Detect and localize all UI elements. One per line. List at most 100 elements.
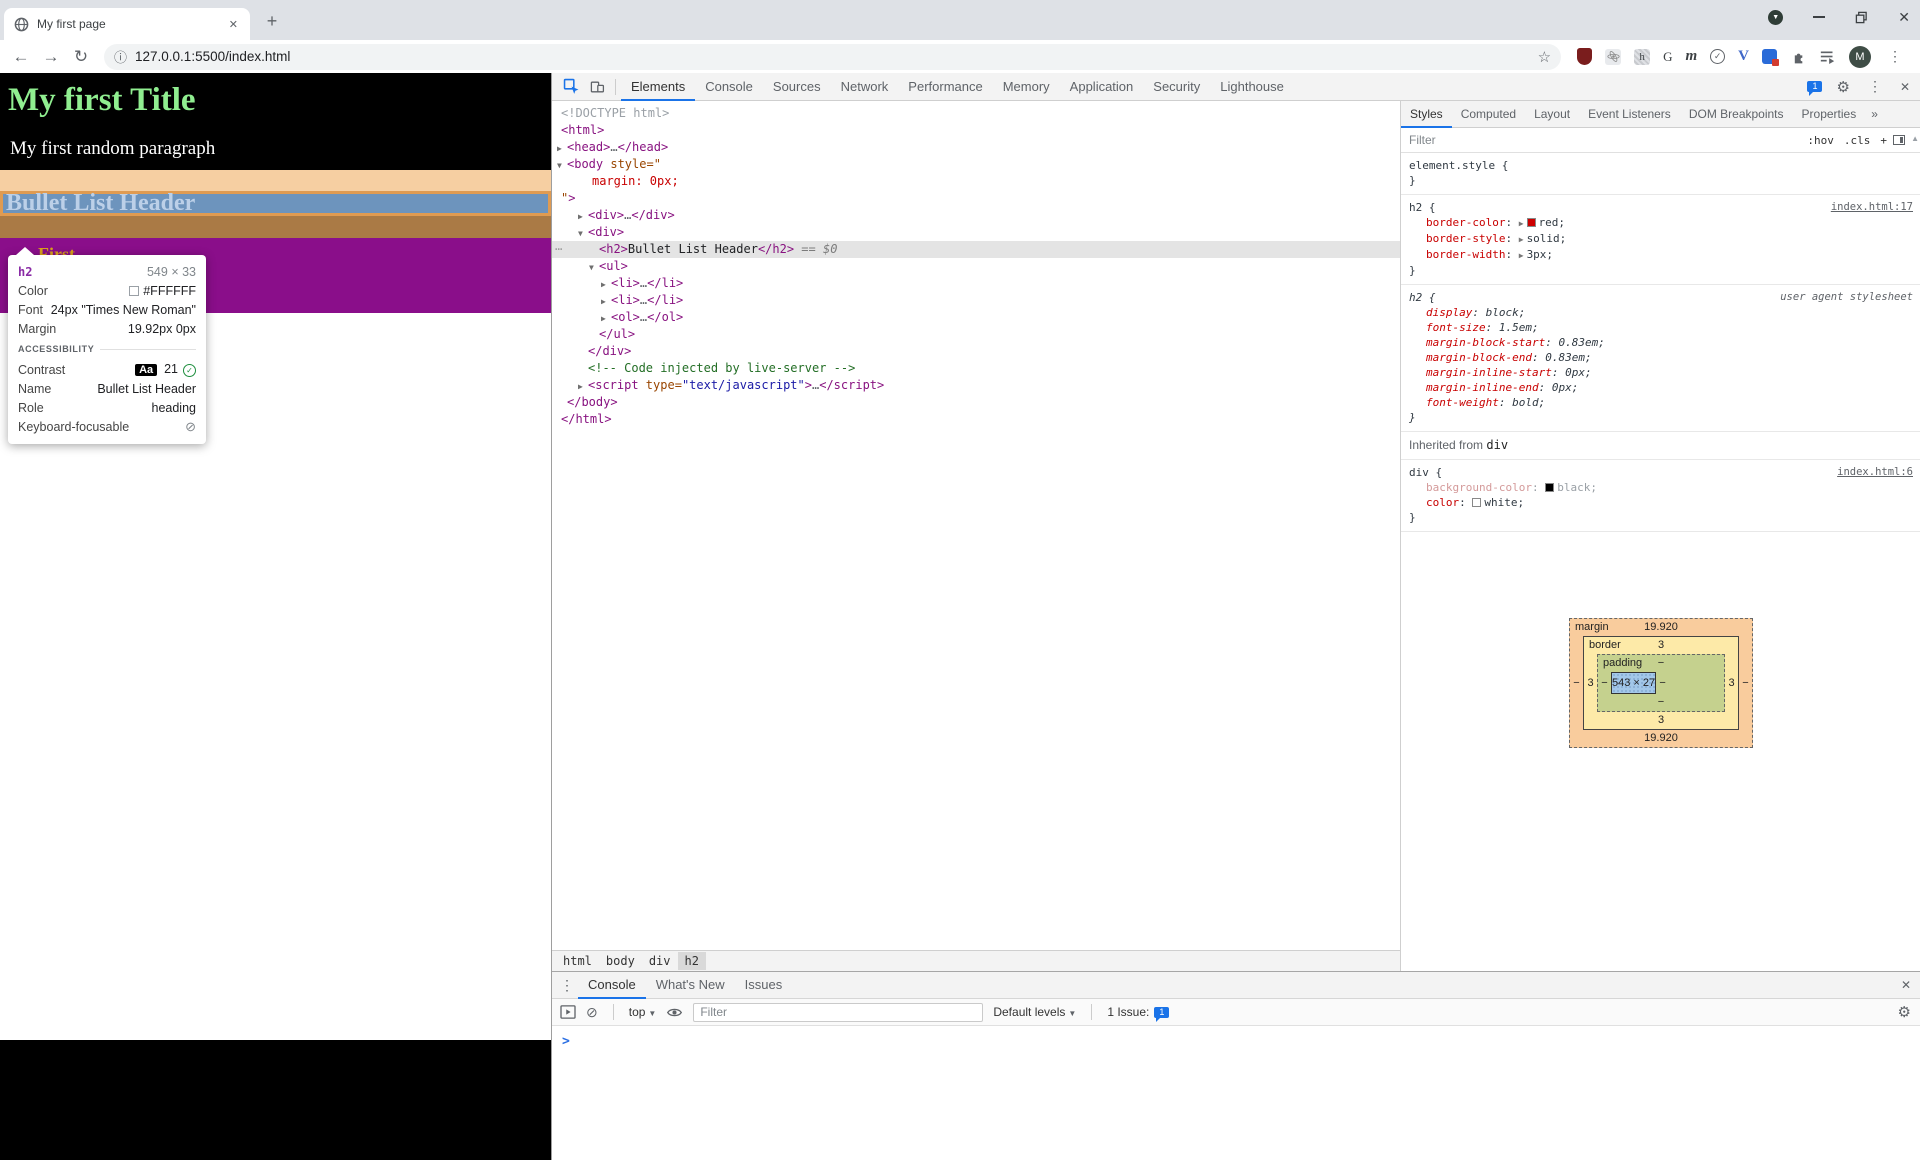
drawer-tab-what-s-new[interactable]: What's New	[646, 971, 735, 999]
devtools-settings-gear-icon[interactable]: ⚙	[1836, 78, 1849, 96]
inherited-target-link[interactable]: div	[1486, 438, 1508, 452]
dom-tree-node[interactable]: <!DOCTYPE html>	[552, 105, 1400, 122]
css-property[interactable]: margin-inline-end: 0px;	[1409, 380, 1913, 395]
device-toolbar-icon[interactable]	[584, 75, 610, 99]
drawer-close-icon[interactable]: ✕	[1901, 978, 1920, 992]
dom-tree-node[interactable]: <html>	[552, 122, 1400, 139]
dom-tree-node[interactable]: </ul>	[552, 326, 1400, 343]
stylesheet-source-link[interactable]: index.html:17	[1831, 200, 1913, 215]
styles-tab-properties[interactable]: Properties	[1793, 101, 1866, 128]
styles-tab-layout[interactable]: Layout	[1525, 101, 1579, 128]
dom-tree-node[interactable]: ▶<li>…</li>	[552, 275, 1400, 292]
new-tab-button[interactable]: +	[260, 11, 284, 32]
devtools-tab-performance[interactable]: Performance	[898, 73, 992, 101]
rule-selector[interactable]: h2 {	[1409, 200, 1436, 215]
reload-icon[interactable]: ↻	[68, 47, 94, 67]
site-info-icon[interactable]: ⓘ	[114, 47, 127, 66]
box-model-margin[interactable]: margin19.920 − border3 3 padding− − 543 …	[1569, 618, 1753, 748]
shorthand-expand-icon[interactable]: ▶	[1519, 251, 1524, 260]
styles-tab-dom-breakpoints[interactable]: DOM Breakpoints	[1680, 101, 1793, 128]
styles-toggle--cls[interactable]: .cls	[1844, 134, 1871, 147]
css-property[interactable]: border-width: ▶3px;	[1409, 247, 1913, 263]
collapse-arrow-icon[interactable]: ▼	[589, 259, 599, 276]
rule-selector[interactable]: div {	[1409, 465, 1442, 480]
breadcrumb-body[interactable]: body	[599, 952, 642, 970]
drawer-tab-issues[interactable]: Issues	[735, 971, 793, 999]
shorthand-expand-icon[interactable]: ▶	[1519, 235, 1524, 244]
expand-arrow-icon[interactable]: ▶	[578, 208, 588, 225]
dom-tree-node[interactable]: <!-- Code injected by live-server -->	[552, 360, 1400, 377]
css-color-swatch[interactable]	[1545, 483, 1554, 492]
media-queue-icon[interactable]	[1819, 49, 1836, 64]
breadcrumb-h2[interactable]: h2	[678, 952, 706, 970]
css-property[interactable]: background-color: black;	[1409, 480, 1913, 495]
drawer-menu-kebab-icon[interactable]: ⋮	[556, 977, 578, 994]
css-property[interactable]: border-color: ▶red;	[1409, 215, 1913, 231]
clear-console-icon[interactable]: ⊘	[586, 1004, 598, 1021]
expand-arrow-icon[interactable]: ▶	[601, 276, 611, 293]
devtools-tab-security[interactable]: Security	[1143, 73, 1210, 101]
browser-tab[interactable]: My first page ✕	[4, 8, 250, 40]
devtools-tab-memory[interactable]: Memory	[993, 73, 1060, 101]
devtools-tab-console[interactable]: Console	[695, 73, 763, 101]
breadcrumb-html[interactable]: html	[556, 952, 599, 970]
styles-tab-event-listeners[interactable]: Event Listeners	[1579, 101, 1680, 128]
expand-arrow-icon[interactable]: ▶	[601, 310, 611, 327]
blue-red-extension-icon[interactable]	[1762, 49, 1777, 64]
devtools-menu-kebab-icon[interactable]: ⋮	[1864, 78, 1886, 95]
dom-tree-node[interactable]: ▼<ul>	[552, 258, 1400, 275]
titlebar-extension-icon[interactable]: ▼	[1768, 10, 1783, 25]
dom-tree-node[interactable]: ▼<body style="	[552, 156, 1400, 173]
issues-counter-icon[interactable]: 1	[1807, 81, 1822, 92]
devtools-tab-network[interactable]: Network	[831, 73, 899, 101]
dom-tree-node[interactable]: ▼<div>	[552, 224, 1400, 241]
console-prompt-chevron[interactable]: >	[552, 1026, 1920, 1049]
css-property[interactable]: display: block;	[1409, 305, 1913, 320]
css-color-swatch[interactable]	[1527, 218, 1536, 227]
issues-link[interactable]: 1 Issue: 1	[1107, 1005, 1169, 1019]
expand-arrow-icon[interactable]: ▶	[557, 140, 567, 157]
check-circle-extension-icon[interactable]: ✓	[1710, 49, 1725, 64]
forward-icon[interactable]: →	[38, 47, 64, 67]
collapse-arrow-icon[interactable]: ▼	[557, 157, 567, 174]
box-model-border[interactable]: border3 3 padding− − 543 × 27 − −	[1583, 636, 1739, 730]
react-devtools-extension-icon[interactable]	[1605, 49, 1621, 65]
inspect-element-icon[interactable]	[558, 75, 584, 99]
window-restore-button[interactable]	[1855, 11, 1868, 24]
css-property[interactable]: font-weight: bold;	[1409, 395, 1913, 410]
bookmark-star-icon[interactable]: ☆	[1538, 48, 1551, 66]
dom-tree-node[interactable]: </div>	[552, 343, 1400, 360]
scrollbar-up-arrow[interactable]: ▲	[1911, 134, 1919, 143]
profile-avatar[interactable]: M	[1849, 46, 1871, 68]
css-property[interactable]: border-style: ▶solid;	[1409, 231, 1913, 247]
toggle-panel-icon[interactable]	[1893, 135, 1905, 145]
v-extension-icon[interactable]: V	[1738, 48, 1749, 65]
css-property[interactable]: margin-inline-start: 0px;	[1409, 365, 1913, 380]
execution-context-selector[interactable]: top▼	[629, 1005, 657, 1019]
styles-tab-computed[interactable]: Computed	[1452, 101, 1525, 128]
devtools-tab-lighthouse[interactable]: Lighthouse	[1210, 73, 1294, 101]
breadcrumb-div[interactable]: div	[642, 952, 678, 970]
dom-tree-node[interactable]: ▶<ol>…</ol>	[552, 309, 1400, 326]
ublock-extension-icon[interactable]	[1577, 48, 1592, 65]
dom-tree-node[interactable]: ">	[552, 190, 1400, 207]
dom-tree-node[interactable]: ▶<script type="text/javascript">…</scrip…	[552, 377, 1400, 394]
devtools-tab-application[interactable]: Application	[1060, 73, 1144, 101]
puzzle-extensions-icon[interactable]	[1790, 49, 1806, 65]
console-sidebar-icon[interactable]	[560, 1005, 576, 1019]
rule-selector[interactable]: h2 {	[1409, 290, 1436, 305]
live-expression-eye-icon[interactable]	[666, 1006, 683, 1019]
dom-tree-node[interactable]: ▶<head>…</head>	[552, 139, 1400, 156]
rule-selector[interactable]: element.style {	[1409, 158, 1508, 173]
devtools-tab-sources[interactable]: Sources	[763, 73, 831, 101]
stylesheet-source-link[interactable]: index.html:6	[1837, 465, 1913, 480]
dom-tree-node[interactable]: ▶<div>…</div>	[552, 207, 1400, 224]
css-color-swatch[interactable]	[1472, 498, 1481, 507]
dom-tree-node[interactable]: margin: 0px;	[552, 173, 1400, 190]
window-minimize-button[interactable]	[1813, 16, 1825, 18]
css-property[interactable]: margin-block-start: 0.83em;	[1409, 335, 1913, 350]
h-extension-icon[interactable]: h	[1634, 49, 1650, 65]
expand-arrow-icon[interactable]: ▶	[601, 293, 611, 310]
more-tabs-chevron-icon[interactable]: »	[1865, 107, 1884, 121]
devtools-close-icon[interactable]: ✕	[1900, 80, 1910, 94]
